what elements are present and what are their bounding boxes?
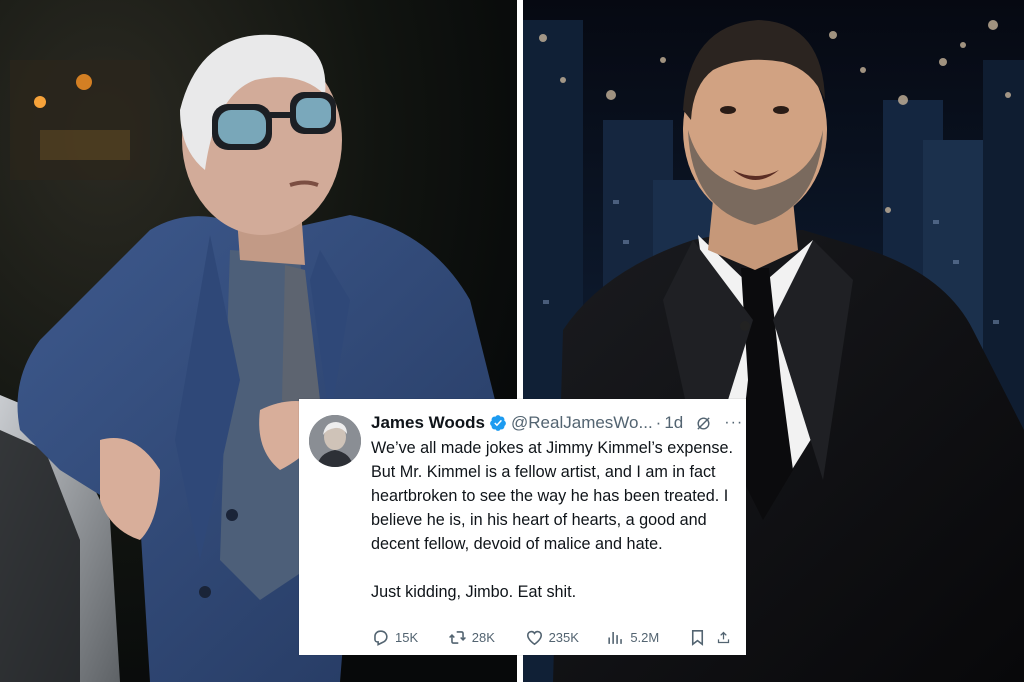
more-icon[interactable]: ··· [724, 412, 743, 434]
views-button[interactable]: 5.2M [606, 628, 688, 647]
share-icon [717, 631, 730, 643]
retweet-icon [448, 630, 466, 644]
tweet-timestamp[interactable]: 1d [664, 412, 683, 434]
tweet-card[interactable]: James Woods @RealJamesWo... · 1d ··· We’… [299, 399, 746, 655]
bookmark-icon [692, 629, 704, 646]
tweet-header: James Woods @RealJamesWo... · 1d ··· [371, 412, 742, 434]
tweet-text: We’ve all made jokes at Jimmy Kimmel’s e… [371, 436, 741, 604]
like-button[interactable]: 235K [525, 628, 607, 647]
reply-button[interactable]: 15K [371, 628, 448, 647]
views-icon [608, 631, 623, 644]
author-avatar[interactable] [309, 415, 361, 467]
retweet-button[interactable]: 28K [448, 628, 525, 647]
header-separator: · [655, 413, 662, 432]
bookmark-button[interactable] [688, 628, 716, 647]
share-button[interactable] [716, 628, 736, 647]
author-handle[interactable]: @RealJamesWo... [511, 412, 653, 434]
tweet-paragraph: We’ve all made jokes at Jimmy Kimmel’s e… [371, 439, 733, 553]
verified-badge-icon [490, 415, 506, 431]
like-icon [526, 630, 542, 645]
grok-icon[interactable] [695, 415, 712, 432]
reply-icon [374, 629, 388, 646]
author-name[interactable]: James Woods [371, 412, 485, 434]
views-count: 5.2M [630, 629, 660, 645]
like-count: 235K [548, 629, 579, 645]
tweet-actions-bar: 15K 28K 235K 5.2M [371, 626, 736, 648]
retweet-count: 28K [471, 629, 495, 645]
reply-count: 15K [395, 629, 419, 645]
tweet-paragraph: Just kidding, Jimbo. Eat shit. [371, 583, 577, 601]
